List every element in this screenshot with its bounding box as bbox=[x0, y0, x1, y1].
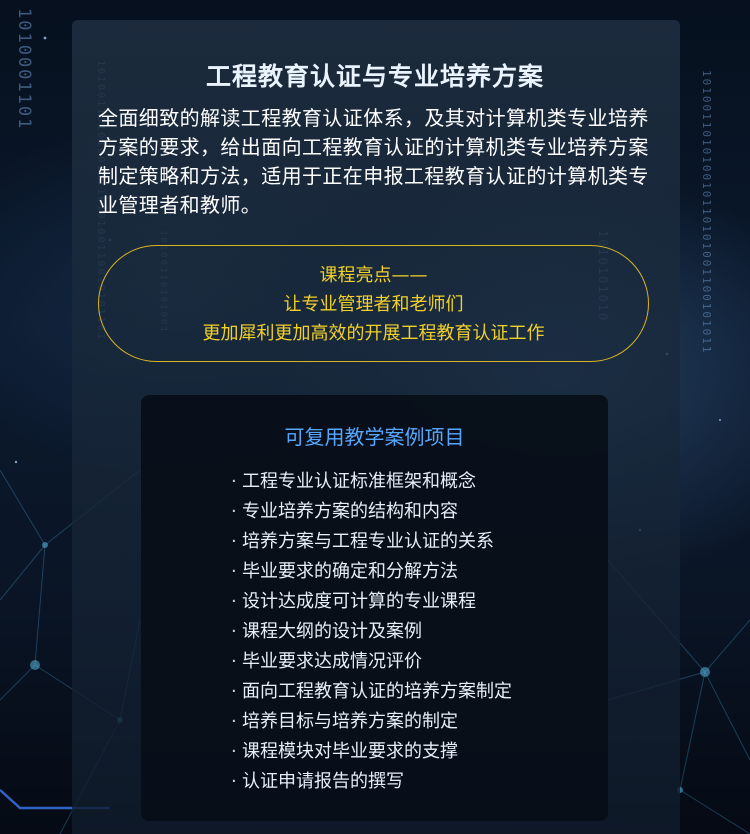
binary-stream-decoration: 101001101010010110101001100101011 bbox=[700, 70, 713, 355]
list-item: · 课程模块对毕业要求的支撑 bbox=[231, 737, 512, 767]
list-item: · 毕业要求的确定和分解方法 bbox=[231, 557, 512, 587]
list-item: · 培养目标与培养方案的制定 bbox=[231, 707, 512, 737]
bullet-icon: · bbox=[231, 681, 237, 702]
list-item: · 课程大纲的设计及案例 bbox=[231, 617, 512, 647]
bullet-icon: · bbox=[231, 741, 237, 762]
course-highlight-box: 课程亮点—— 让专业管理者和老师们 更加犀利更加高效的开展工程教育认证工作 bbox=[98, 245, 649, 362]
highlight-heading: 课程亮点—— bbox=[319, 265, 428, 286]
bullet-icon: · bbox=[231, 771, 237, 792]
list-item: · 培养方案与工程专业认证的关系 bbox=[231, 527, 512, 557]
bullet-icon: · bbox=[231, 651, 237, 672]
page-title: 工程教育认证与专业培养方案 bbox=[205, 62, 544, 91]
list-item: · 认证申请报告的撰写 bbox=[231, 767, 512, 797]
list-item: · 工程专业认证标准框架和概念 bbox=[231, 467, 512, 497]
list-item: · 面向工程教育认证的培养方案制定 bbox=[231, 677, 512, 707]
cases-list: · 工程专业认证标准框架和概念 · 专业培养方案的结构和内容 · 培养方案与工程专业认… bbox=[231, 467, 512, 797]
bullet-icon: · bbox=[231, 591, 237, 612]
highlight-line: 更加犀利更加高效的开展工程教育认证工作 bbox=[202, 323, 545, 344]
bullet-icon: · bbox=[231, 501, 237, 522]
list-item: · 专业培养方案的结构和内容 bbox=[231, 497, 512, 527]
bullet-icon: · bbox=[231, 621, 237, 642]
course-page: 1010001101 10100110101001011010100110010… bbox=[0, 0, 750, 834]
bullet-icon: · bbox=[231, 531, 237, 552]
intro-description: 全面细致的解读工程教育认证体系，及其对计算机类专业培养方案的要求，给出面向工程教… bbox=[98, 106, 649, 217]
bullet-icon: · bbox=[231, 471, 237, 492]
list-item: · 毕业要求达成情况评价 bbox=[231, 647, 512, 677]
highlight-line: 让专业管理者和老师们 bbox=[283, 294, 464, 315]
list-item: · 设计达成度可计算的专业课程 bbox=[231, 587, 512, 617]
reusable-cases-card: 可复用教学案例项目 · 工程专业认证标准框架和概念 · 专业培养方案的结构和内容 ·… bbox=[141, 395, 608, 821]
cases-title: 可复用教学案例项目 bbox=[284, 425, 465, 449]
bullet-icon: · bbox=[231, 711, 237, 732]
bullet-icon: · bbox=[231, 561, 237, 582]
